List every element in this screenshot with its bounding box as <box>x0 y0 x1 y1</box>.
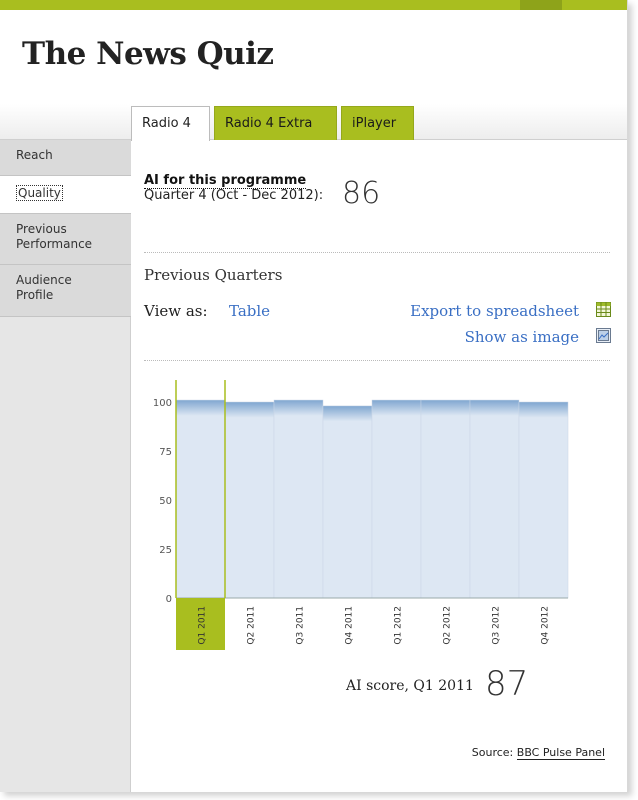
sidebar-item-audience-profile[interactable]: Audience Profile <box>0 265 131 317</box>
sidebar-item-reach[interactable]: Reach <box>0 140 131 176</box>
show-as-image-link[interactable]: Show as image <box>465 328 579 346</box>
x-tick-label: Q4 2012 <box>541 606 551 645</box>
spreadsheet-icon[interactable] <box>596 302 611 317</box>
bar <box>322 405 373 599</box>
bar <box>420 399 471 599</box>
bar <box>175 399 226 599</box>
y-tick-label: 100 <box>153 398 172 409</box>
y-tick-label: 50 <box>159 496 172 507</box>
page-frame: The News Quiz Radio 4 Radio 4 Extra iPla… <box>0 0 628 792</box>
bar <box>518 401 569 599</box>
bar <box>273 399 324 599</box>
view-as-label: View as: <box>144 302 208 320</box>
sidebar: Reach Quality Previous Performance Audie… <box>0 140 131 792</box>
sidebar-item-quality[interactable]: Quality <box>0 176 131 214</box>
y-tick-label: 25 <box>159 545 172 556</box>
divider <box>144 360 610 361</box>
y-tick-label: 75 <box>159 447 172 458</box>
sidebar-item-label: Reach <box>16 148 53 162</box>
divider <box>144 252 610 253</box>
bar <box>371 399 422 599</box>
y-tick-label: 0 <box>166 594 172 605</box>
sidebar-item-label: Quality <box>16 185 63 201</box>
x-tick-label: Q4 2011 <box>345 606 355 645</box>
sidebar-item-label: Audience Profile <box>16 273 72 302</box>
top-accent-tab <box>520 0 562 10</box>
tab-iplayer[interactable]: iPlayer <box>341 106 414 140</box>
image-icon[interactable] <box>596 328 611 343</box>
previous-quarters-heading: Previous Quarters <box>144 266 283 284</box>
selected-quarter-label: AI score, Q1 2011 <box>346 678 474 694</box>
source-prefix: Source: <box>471 746 514 759</box>
sidebar-item-label: Previous Performance <box>16 222 93 251</box>
ai-quarter: Quarter 4 (Oct - Dec 2012): <box>144 188 324 203</box>
ai-label[interactable]: AI for this programme <box>144 173 307 189</box>
previous-quarters-chart: 0 25 50 75 100 Q1 2011 Q2 2011 Q3 2011 Q4 2011 Q1… <box>153 380 569 650</box>
x-tick-label: Q2 2012 <box>443 606 453 645</box>
tab-radio-4-extra[interactable]: Radio 4 Extra <box>214 106 337 140</box>
source-credit: Source: BBC Pulse Panel <box>471 746 605 760</box>
page-title: The News Quiz <box>22 36 274 72</box>
source-link[interactable]: BBC Pulse Panel <box>516 746 605 760</box>
x-tick-label: Q1 2012 <box>394 606 404 645</box>
x-tick-label: Q3 2012 <box>492 606 502 645</box>
x-tick-label: Q1 2011 <box>198 606 208 645</box>
ai-score: 86 <box>342 176 381 211</box>
export-to-spreadsheet-link[interactable]: Export to spreadsheet <box>410 302 579 320</box>
bar <box>224 401 275 599</box>
view-as-table-link[interactable]: Table <box>229 302 270 320</box>
x-tick-label: Q3 2011 <box>296 606 306 645</box>
sidebar-item-previous-performance[interactable]: Previous Performance <box>0 214 131 265</box>
selected-quarter-score: 87 <box>485 664 529 704</box>
bar <box>469 399 520 599</box>
x-tick-label: Q2 2011 <box>247 606 257 645</box>
tab-radio-4[interactable]: Radio 4 <box>131 106 210 141</box>
